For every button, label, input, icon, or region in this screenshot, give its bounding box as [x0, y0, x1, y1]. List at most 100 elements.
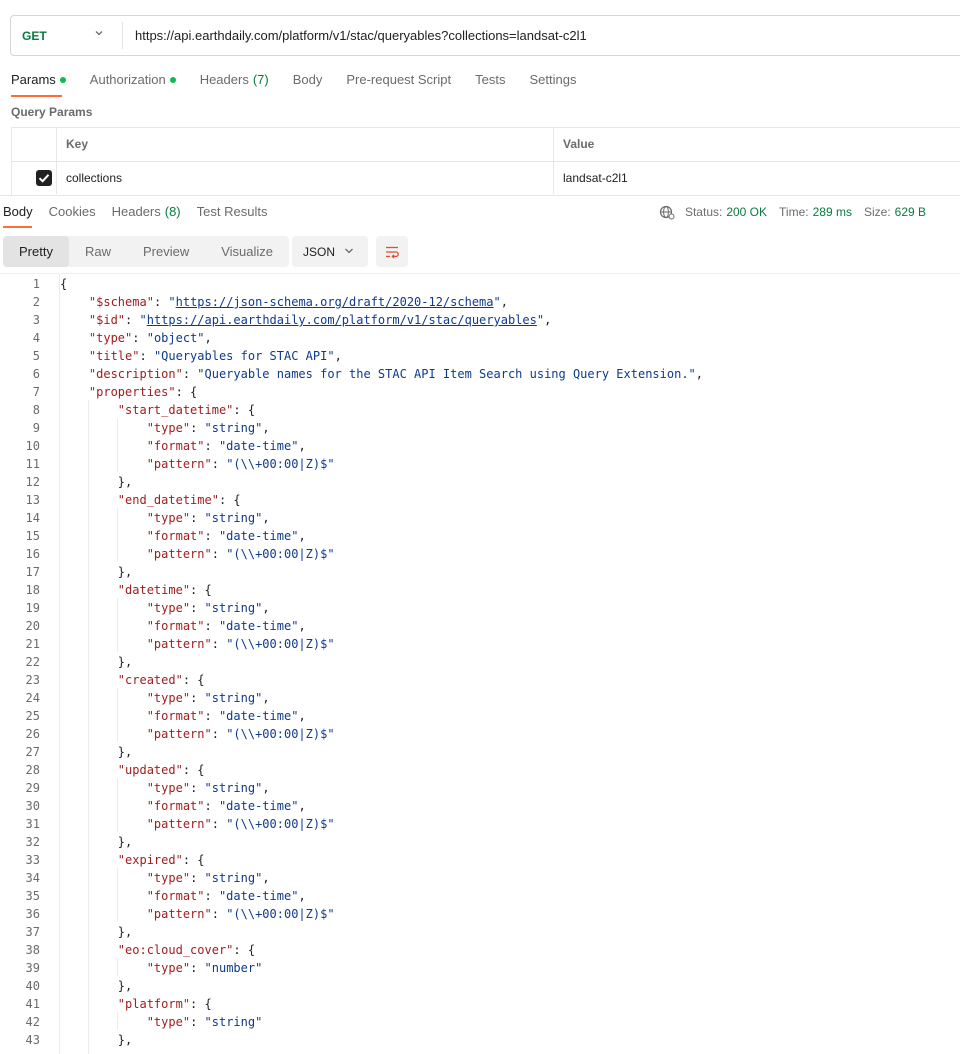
code-text: "expired": {	[117, 853, 205, 867]
tab-label: Cookies	[48, 204, 96, 219]
wrap-lines-icon	[386, 246, 399, 259]
line-number: 8	[32, 403, 40, 417]
request-tabs: Params Authorization Headers (7) Body Pre…	[11, 72, 600, 87]
line-number: 38	[25, 943, 40, 957]
status-dot-icon	[169, 76, 176, 83]
size-value[interactable]: 629 B	[895, 205, 926, 219]
line-number: 16	[25, 547, 40, 561]
line-number: 21	[25, 637, 40, 651]
code-text: "format": "date-time",	[146, 529, 306, 543]
param-checkbox[interactable]	[36, 170, 52, 186]
url-input[interactable]: https://api.earthdaily.com/platform/v1/s…	[135, 28, 587, 43]
tab-authorization[interactable]: Authorization	[90, 72, 176, 87]
method-select[interactable]: GET	[22, 29, 47, 43]
line-number: 4	[32, 331, 40, 345]
line-number: 30	[25, 799, 40, 813]
globe-icon[interactable]	[659, 204, 675, 220]
tab-settings[interactable]: Settings	[529, 72, 576, 87]
tab-response-body[interactable]: Body	[3, 204, 33, 219]
line-number: 37	[25, 925, 40, 939]
param-key[interactable]: collections	[66, 162, 122, 195]
code-text: "type": "string",	[146, 601, 270, 615]
tab-count: (7)	[252, 72, 269, 87]
time-value[interactable]: 289 ms	[813, 205, 852, 219]
active-tab-indicator	[11, 95, 62, 97]
tab-body[interactable]: Body	[293, 72, 323, 87]
query-params-table: Key Value collections landsat-c2l1	[11, 127, 960, 196]
tab-label: Tests	[475, 72, 506, 87]
tab-pretty[interactable]: Pretty	[3, 236, 69, 267]
line-number: 33	[25, 853, 40, 867]
active-tab-indicator	[3, 226, 32, 228]
code-text: },	[60, 475, 133, 489]
line-number: 7	[32, 385, 40, 399]
line-number: 36	[25, 907, 40, 921]
code-text: "type": "number"	[146, 961, 263, 975]
code-text: "pattern": "(\\+00:00|Z)$"	[146, 457, 335, 471]
check-icon	[38, 174, 50, 183]
tab-raw[interactable]: Raw	[69, 236, 127, 267]
code-text: "$id": "https://api.earthdaily.com/platf…	[88, 313, 552, 327]
divider	[553, 128, 554, 194]
tab-label: Test Results	[196, 204, 268, 219]
tab-headers[interactable]: Headers (7)	[200, 72, 269, 87]
status-value[interactable]: 200 OK	[726, 205, 767, 219]
format-select[interactable]: JSON	[292, 236, 368, 267]
tab-label: Authorization	[89, 72, 166, 87]
line-number: 40	[25, 979, 40, 993]
divider	[0, 195, 960, 196]
code-text: },	[60, 979, 133, 993]
line-number: 39	[25, 961, 40, 975]
wrap-lines-button[interactable]	[376, 236, 408, 267]
tab-response-headers[interactable]: Headers (8)	[112, 204, 181, 219]
response-status: Status: 200 OK Time: 289 ms Size: 629 B	[659, 204, 938, 220]
tab-tests[interactable]: Tests	[475, 72, 505, 87]
code-text: "$schema": "https://json-schema.org/draf…	[88, 295, 508, 309]
code-text: "type": "string",	[146, 511, 270, 525]
line-number: 43	[25, 1033, 40, 1047]
tab-label: Headers	[199, 72, 249, 87]
divider	[122, 22, 123, 49]
line-number: 9	[32, 421, 40, 435]
code-text: "type": "string",	[146, 691, 270, 705]
code-text: "type": "string",	[146, 781, 270, 795]
param-value[interactable]: landsat-c2l1	[563, 162, 628, 195]
code-text: },	[60, 835, 133, 849]
tab-pre-request-script[interactable]: Pre-request Script	[346, 72, 451, 87]
code-text: "eo:cloud_cover": {	[117, 943, 256, 957]
tab-preview[interactable]: Preview	[127, 236, 205, 267]
code-text: "created": {	[117, 673, 205, 687]
tab-cookies[interactable]: Cookies	[49, 204, 96, 219]
line-number: 12	[25, 475, 40, 489]
line-number: 29	[25, 781, 40, 795]
line-number: 13	[25, 493, 40, 507]
column-header-key: Key	[66, 137, 89, 151]
divider	[56, 128, 57, 194]
code-text: },	[60, 1033, 133, 1047]
code-text: },	[60, 565, 133, 579]
tab-params[interactable]: Params	[11, 72, 66, 87]
code-text: "format": "date-time",	[146, 439, 306, 453]
line-number: 24	[25, 691, 40, 705]
code-text: "properties": {	[88, 385, 198, 399]
tab-visualize[interactable]: Visualize	[205, 236, 289, 267]
code-text: "updated": {	[117, 763, 205, 777]
code-text: "pattern": "(\\+00:00|Z)$"	[146, 727, 335, 741]
line-number: 6	[32, 367, 40, 381]
line-number: 23	[25, 673, 40, 687]
line-number: 2	[32, 295, 40, 309]
tab-count: (8)	[164, 204, 181, 219]
line-number: 27	[25, 745, 40, 759]
code-text: },	[60, 745, 133, 759]
line-number: 35	[25, 889, 40, 903]
line-number: 32	[25, 835, 40, 849]
chevron-down-icon[interactable]	[95, 29, 103, 37]
response-body-editor[interactable]: 1 {2 "$schema": "https://json-schema.org/…	[0, 273, 960, 1054]
line-number: 22	[25, 655, 40, 669]
tab-test-results[interactable]: Test Results	[197, 204, 268, 219]
code-text: "type": "string",	[146, 421, 270, 435]
column-header-value: Value	[563, 137, 595, 151]
line-number: 14	[25, 511, 40, 525]
code-text: "pattern": "(\\+00:00|Z)$"	[146, 547, 335, 561]
tab-label: Params	[11, 72, 56, 87]
